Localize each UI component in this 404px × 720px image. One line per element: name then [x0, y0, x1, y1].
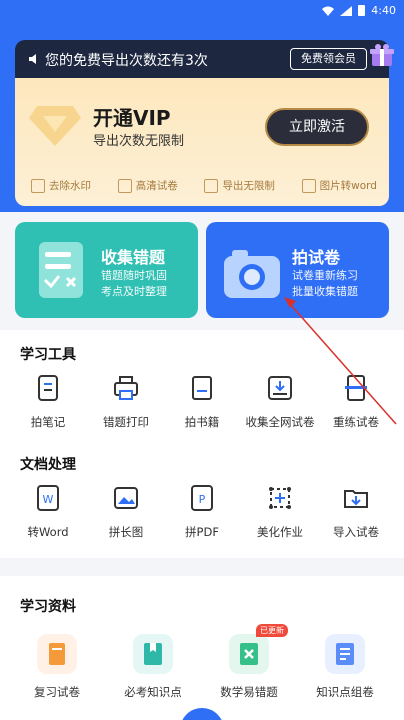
updated-badge: 已更新: [256, 624, 288, 637]
bookmark-book-icon: [133, 634, 173, 674]
word-doc-icon: W: [37, 485, 59, 511]
image-icon: [114, 487, 138, 509]
status-bar: 4:40: [0, 0, 404, 22]
folder-import-icon: [344, 490, 368, 508]
tool-to-word[interactable]: W 转Word: [8, 484, 88, 540]
gift-icon[interactable]: [369, 42, 395, 68]
vip-title: 开通VIP: [93, 106, 171, 130]
wifi-icon: [322, 6, 335, 16]
tools-section: 学习工具 拍笔记 错题打印 拍书籍 收集全网试卷 重练试卷 文档处理 W 转Wo…: [0, 330, 404, 558]
mistake-sheet-icon: [39, 242, 83, 298]
svg-text:W: W: [43, 493, 54, 506]
printer-icon: [114, 376, 138, 400]
card-desc: 错题随时巩固 考点及时整理: [101, 269, 167, 298]
photo-exam-card[interactable]: 拍试卷 试卷重新练习 批量收集错题: [206, 222, 389, 318]
pdf-icon: P: [191, 485, 213, 511]
status-time: 4:40: [371, 4, 396, 17]
word-icon: [301, 178, 316, 193]
tool-redo-exams[interactable]: 重练试卷: [316, 374, 396, 430]
vip-card: 开通VIP 导出次数无限制 立即激活 去除水印 高清试卷 导出无限制 图片转wo…: [15, 78, 389, 206]
signal-icon: [340, 5, 353, 16]
tool-merge-pdf[interactable]: P 拼PDF: [162, 484, 242, 540]
benefit-item: 高清试卷: [117, 178, 178, 193]
tool-beautify-homework[interactable]: 美化作业: [240, 484, 320, 540]
resource-review-exams[interactable]: 复习试卷: [12, 634, 102, 700]
speaker-icon: [29, 54, 36, 64]
book-icon: [192, 376, 212, 400]
tool-notes[interactable]: 拍笔记: [8, 374, 88, 430]
card-desc: 试卷重新练习 批量收集错题: [292, 269, 358, 298]
svg-text:P: P: [199, 493, 206, 506]
resource-build-paper[interactable]: 知识点组卷: [300, 634, 390, 700]
collect-mistakes-card[interactable]: 收集错题 错题随时巩固 考点及时整理: [15, 222, 198, 318]
resource-math-mistakes[interactable]: 已更新 数学易错题: [204, 624, 294, 700]
vip-benefits: 去除水印 高清试卷 导出无限制 图片转word: [31, 178, 377, 193]
tool-photo-books[interactable]: 拍书籍: [162, 374, 242, 430]
vip-subtitle: 导出次数无限制: [93, 134, 185, 149]
camera-icon: [224, 250, 280, 298]
free-membership-button[interactable]: 免费领会员: [290, 48, 367, 70]
card-title: 拍试卷: [292, 248, 341, 267]
download-tray-icon: [268, 376, 292, 400]
card-title: 收集错题: [101, 248, 166, 267]
scroll-icon: [37, 634, 77, 674]
free-export-notice: 您的免费导出次数还有3次 免费领会员: [15, 40, 394, 78]
resources-title: 学习资料: [20, 599, 76, 615]
redo-sheet-icon: [345, 375, 367, 401]
crop-frame-icon: [269, 487, 291, 509]
hd-icon: [117, 178, 132, 193]
export-icon: [204, 178, 219, 193]
math-error-icon: [229, 634, 269, 674]
tool-long-image[interactable]: 拼长图: [86, 484, 166, 540]
watermark-icon: [31, 178, 45, 193]
tool-collect-web-exams[interactable]: 收集全网试卷: [240, 374, 320, 430]
diamond-icon: [29, 106, 81, 146]
study-tools-title: 学习工具: [20, 347, 76, 363]
benefit-item: 导出无限制: [204, 178, 275, 193]
notebook-icon: [38, 375, 58, 401]
activate-now-button[interactable]: 立即激活: [265, 108, 369, 146]
resources-section: 学习资料 复习试卷 必考知识点 已更新 数学易错题 知识点组卷: [0, 576, 404, 720]
benefit-item: 图片转word: [301, 178, 377, 193]
notice-text: 您的免费导出次数还有3次: [45, 53, 208, 69]
doc-tools-title: 文档处理: [20, 457, 76, 473]
tool-print-mistakes[interactable]: 错题打印: [86, 374, 166, 430]
battery-icon: [358, 5, 366, 16]
resource-key-points[interactable]: 必考知识点: [108, 634, 198, 700]
document-list-icon: [325, 634, 365, 674]
benefit-item: 去除水印: [31, 178, 91, 193]
tool-import-exams[interactable]: 导入试卷: [316, 484, 396, 540]
